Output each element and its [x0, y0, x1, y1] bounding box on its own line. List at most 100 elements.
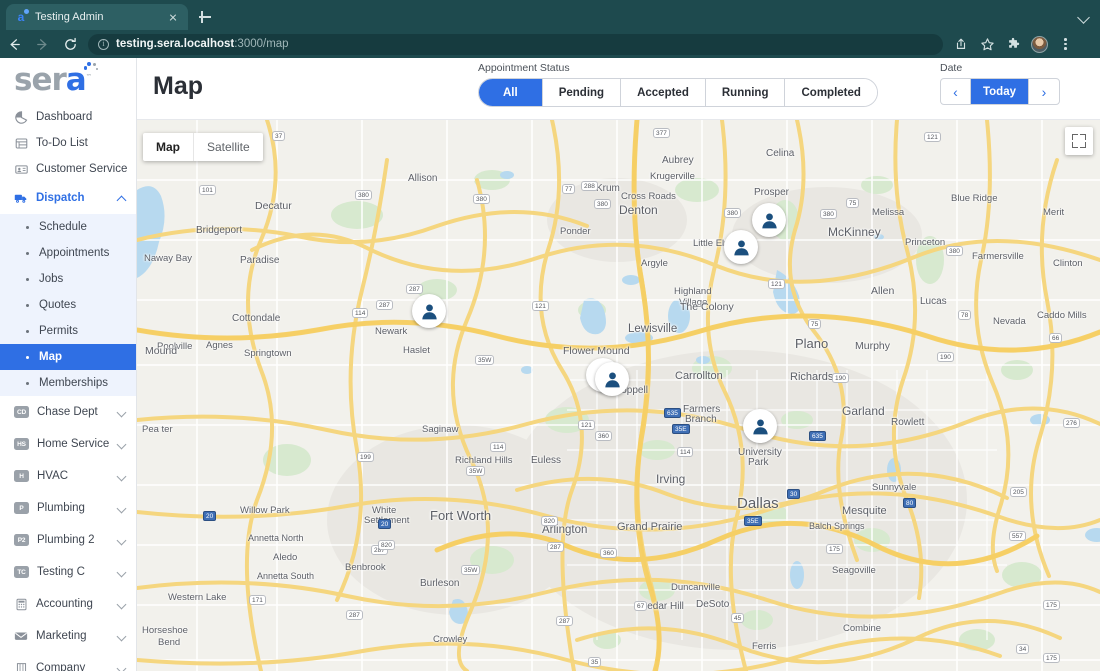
- sidebar-item-dispatch[interactable]: Dispatch: [0, 182, 136, 214]
- status-tab-all[interactable]: All: [479, 79, 543, 106]
- sidebar-item-plumbing-2[interactable]: P2 Plumbing 2: [0, 524, 136, 556]
- date-prev-button[interactable]: ‹: [941, 79, 971, 104]
- profile-avatar-icon[interactable]: [1027, 32, 1051, 56]
- route-shield-icon: 380: [946, 246, 963, 256]
- route-shield-icon: 557: [1009, 531, 1026, 541]
- chevron-down-icon[interactable]: [117, 568, 126, 577]
- chevron-down-icon[interactable]: [117, 408, 126, 417]
- browser-chrome: a Testing Admin i testing.sera.localhost…: [0, 0, 1100, 58]
- close-icon[interactable]: [166, 10, 180, 24]
- route-shield-icon: 287: [547, 542, 564, 552]
- sidebar-subitem-label: Map: [39, 351, 62, 363]
- sidebar-item-hvac[interactable]: H HVAC: [0, 460, 136, 492]
- date-next-button[interactable]: ›: [1029, 79, 1059, 104]
- sidebar-item-label: Plumbing 2: [37, 534, 95, 546]
- chevron-down-icon[interactable]: [117, 472, 126, 481]
- chevron-down-icon[interactable]: [117, 504, 126, 513]
- chevron-down-icon[interactable]: [1078, 10, 1090, 22]
- sidebar-item-label: Customer Service: [36, 163, 127, 175]
- dispatch-submenu: Schedule Appointments Jobs Quotes Permit…: [0, 214, 136, 396]
- chevron-down-icon[interactable]: [117, 536, 126, 545]
- forward-arrow-icon[interactable]: [28, 30, 56, 58]
- appointment-status-filter: Appointment Status All Pending Accepted …: [478, 62, 878, 107]
- address-bar[interactable]: i testing.sera.localhost:3000/map: [88, 34, 943, 55]
- browser-tab[interactable]: a Testing Admin: [6, 4, 188, 30]
- route-shield-icon: 114: [490, 442, 506, 452]
- bullet-icon: [26, 382, 29, 385]
- route-shield-icon: 77: [562, 184, 575, 194]
- sidebar-item-appointments[interactable]: Appointments: [0, 240, 136, 266]
- department-badge-icon: P2: [14, 534, 29, 546]
- marker-rhome[interactable]: [412, 294, 446, 328]
- chevron-down-icon[interactable]: [117, 440, 126, 449]
- marker-frisco[interactable]: [752, 203, 786, 237]
- appointment-status-label: Appointment Status: [478, 62, 878, 74]
- route-shield-icon: 121: [532, 301, 549, 311]
- sidebar-item-label: HVAC: [37, 470, 68, 482]
- logo-dots-icon: [84, 62, 100, 74]
- reload-icon[interactable]: [56, 30, 84, 58]
- route-shield-icon: 635: [664, 408, 681, 418]
- sidebar-item-quotes[interactable]: Quotes: [0, 292, 136, 318]
- date-button-group: ‹ Today ›: [940, 78, 1060, 105]
- route-shield-icon: 380: [820, 209, 837, 219]
- bookmark-star-icon[interactable]: [975, 32, 999, 56]
- route-shield-icon: 78: [958, 310, 971, 320]
- sidebar-item-home-service[interactable]: HS Home Service: [0, 428, 136, 460]
- sidebar: sera™ Dashboard To-Do List: [0, 58, 137, 671]
- status-tab-accepted[interactable]: Accepted: [621, 79, 706, 106]
- chevron-down-icon[interactable]: [117, 664, 126, 671]
- sidebar-item-todo-list[interactable]: To-Do List: [0, 130, 136, 156]
- route-shield-icon: 67: [634, 601, 647, 611]
- site-info-icon[interactable]: i: [98, 39, 109, 50]
- route-shield-icon: 30: [787, 489, 800, 499]
- share-icon[interactable]: [949, 32, 973, 56]
- chevron-up-icon[interactable]: [117, 194, 126, 203]
- sera-logo[interactable]: sera™: [0, 58, 136, 102]
- sidebar-item-chase-dept[interactable]: CD Chase Dept: [0, 396, 136, 428]
- sidebar-item-memberships[interactable]: Memberships: [0, 370, 136, 396]
- route-shield-icon: 121: [768, 279, 785, 289]
- sidebar-item-marketing[interactable]: Marketing: [0, 620, 136, 652]
- route-shield-icon: 360: [595, 431, 612, 441]
- route-shield-icon: 114: [352, 308, 368, 318]
- sidebar-item-plumbing[interactable]: P Plumbing: [0, 492, 136, 524]
- bullet-icon: [26, 226, 29, 229]
- new-tab-button[interactable]: [196, 8, 214, 26]
- sidebar-item-schedule[interactable]: Schedule: [0, 214, 136, 240]
- map-type-map-button[interactable]: Map: [143, 133, 194, 161]
- map-type-satellite-button[interactable]: Satellite: [194, 133, 263, 161]
- fullscreen-expand-icon[interactable]: [1065, 127, 1093, 155]
- page-header: Map Appointment Status All Pending Accep…: [137, 58, 1100, 120]
- status-tab-pending[interactable]: Pending: [543, 79, 621, 106]
- route-shield-icon: 35E: [744, 516, 762, 526]
- route-shield-icon: 175: [826, 544, 843, 554]
- sidebar-item-dashboard[interactable]: Dashboard: [0, 104, 136, 130]
- chevron-down-icon[interactable]: [117, 600, 126, 609]
- sidebar-item-map[interactable]: Map: [0, 344, 136, 370]
- id-card-icon: [14, 162, 28, 176]
- sidebar-item-testing-c[interactable]: TC Testing C: [0, 556, 136, 588]
- status-tab-completed[interactable]: Completed: [785, 79, 876, 106]
- truck-icon: [14, 191, 28, 205]
- sidebar-item-jobs[interactable]: Jobs: [0, 266, 136, 292]
- department-badge-icon: HS: [14, 438, 29, 450]
- sidebar-item-customer-service[interactable]: Customer Service: [0, 156, 136, 182]
- favicon-icon: a: [14, 10, 28, 24]
- extensions-puzzle-icon[interactable]: [1001, 32, 1025, 56]
- sidebar-item-permits[interactable]: Permits: [0, 318, 136, 344]
- status-tab-running[interactable]: Running: [706, 79, 786, 106]
- chevron-down-icon[interactable]: [117, 632, 126, 641]
- sidebar-subitem-label: Appointments: [39, 247, 109, 259]
- date-today-button[interactable]: Today: [971, 79, 1029, 104]
- route-shield-icon: 287: [376, 300, 393, 310]
- route-shield-icon: 101: [199, 185, 216, 195]
- marker-university-park[interactable]: [743, 409, 777, 443]
- map-canvas[interactable]: AllisonKrumAubreyKrugervilleCross RoadsC…: [137, 120, 1100, 671]
- three-dot-menu-icon[interactable]: [1053, 32, 1077, 56]
- sidebar-item-accounting[interactable]: Accounting: [0, 588, 136, 620]
- back-arrow-icon[interactable]: [0, 30, 28, 58]
- marker-coppell[interactable]: [595, 362, 629, 396]
- sidebar-item-company[interactable]: Company: [0, 652, 136, 671]
- status-button-group: All Pending Accepted Running Completed: [478, 78, 878, 107]
